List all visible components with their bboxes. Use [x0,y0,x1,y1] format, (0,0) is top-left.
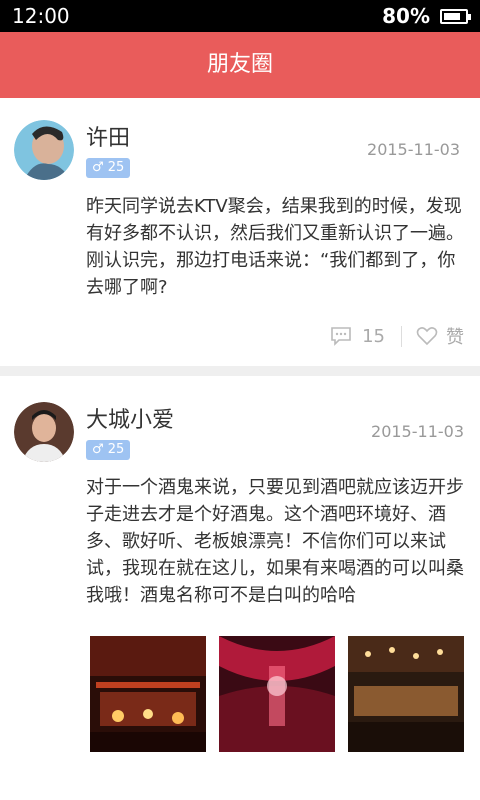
post-date: 2015-11-03 [367,140,460,159]
post-card[interactable]: 许田 ♂ 25 2015-11-03 昨天同学说去KTV聚会，结果我到的时候，发… [0,98,480,366]
battery-fill [444,13,460,20]
post-text: 对于一个酒鬼来说，只要见到酒吧就应该迈开步子走进去才是个好酒鬼。这个酒吧环境好、… [86,477,464,606]
heart-icon [416,327,438,346]
user-name[interactable]: 许田 [86,120,130,152]
post-card[interactable]: 大城小爱 ♂ 25 2015-11-03 对于一个酒鬼来说，只要见到酒吧就应该迈… [0,376,480,800]
like-label: 赞 [446,327,464,348]
comment-icon [331,327,351,346]
post-photo-1[interactable] [90,636,206,752]
avatar[interactable] [14,402,74,462]
bar-photo [90,636,206,752]
post-actions: 15 赞 [330,322,464,350]
gender-age-badge: ♂ 25 [86,440,131,460]
post-date: 2015-11-03 [371,422,464,441]
feed[interactable]: 许田 ♂ 25 2015-11-03 昨天同学说去KTV聚会，结果我到的时候，发… [0,98,480,800]
status-bar: 12:00 80% [0,0,480,32]
status-time: 12:00 [12,4,70,28]
avatar[interactable] [14,120,74,180]
post-photo-3[interactable] [348,636,464,752]
bar-photo [348,636,464,752]
bar-photo [219,636,335,752]
comment-button[interactable]: 15 [330,325,402,347]
page-title: 朋友圈 [206,52,273,77]
avatar-image [14,120,74,180]
gender-age-badge: ♂ 25 [86,158,131,178]
comment-count: 15 [362,325,385,347]
avatar-image [14,402,74,462]
photo-grid [90,636,464,752]
user-name[interactable]: 大城小爱 [86,402,174,434]
post-photo-2[interactable] [219,636,335,752]
post-text: 昨天同学说去KTV聚会，结果我到的时候，发现有好多都不认识，然后我们又重新认识了… [86,196,464,298]
battery-percent: 80% [382,4,430,28]
battery-icon [440,9,471,24]
like-button[interactable]: 赞 [402,323,464,349]
title-bar: 朋友圈 [0,32,480,98]
